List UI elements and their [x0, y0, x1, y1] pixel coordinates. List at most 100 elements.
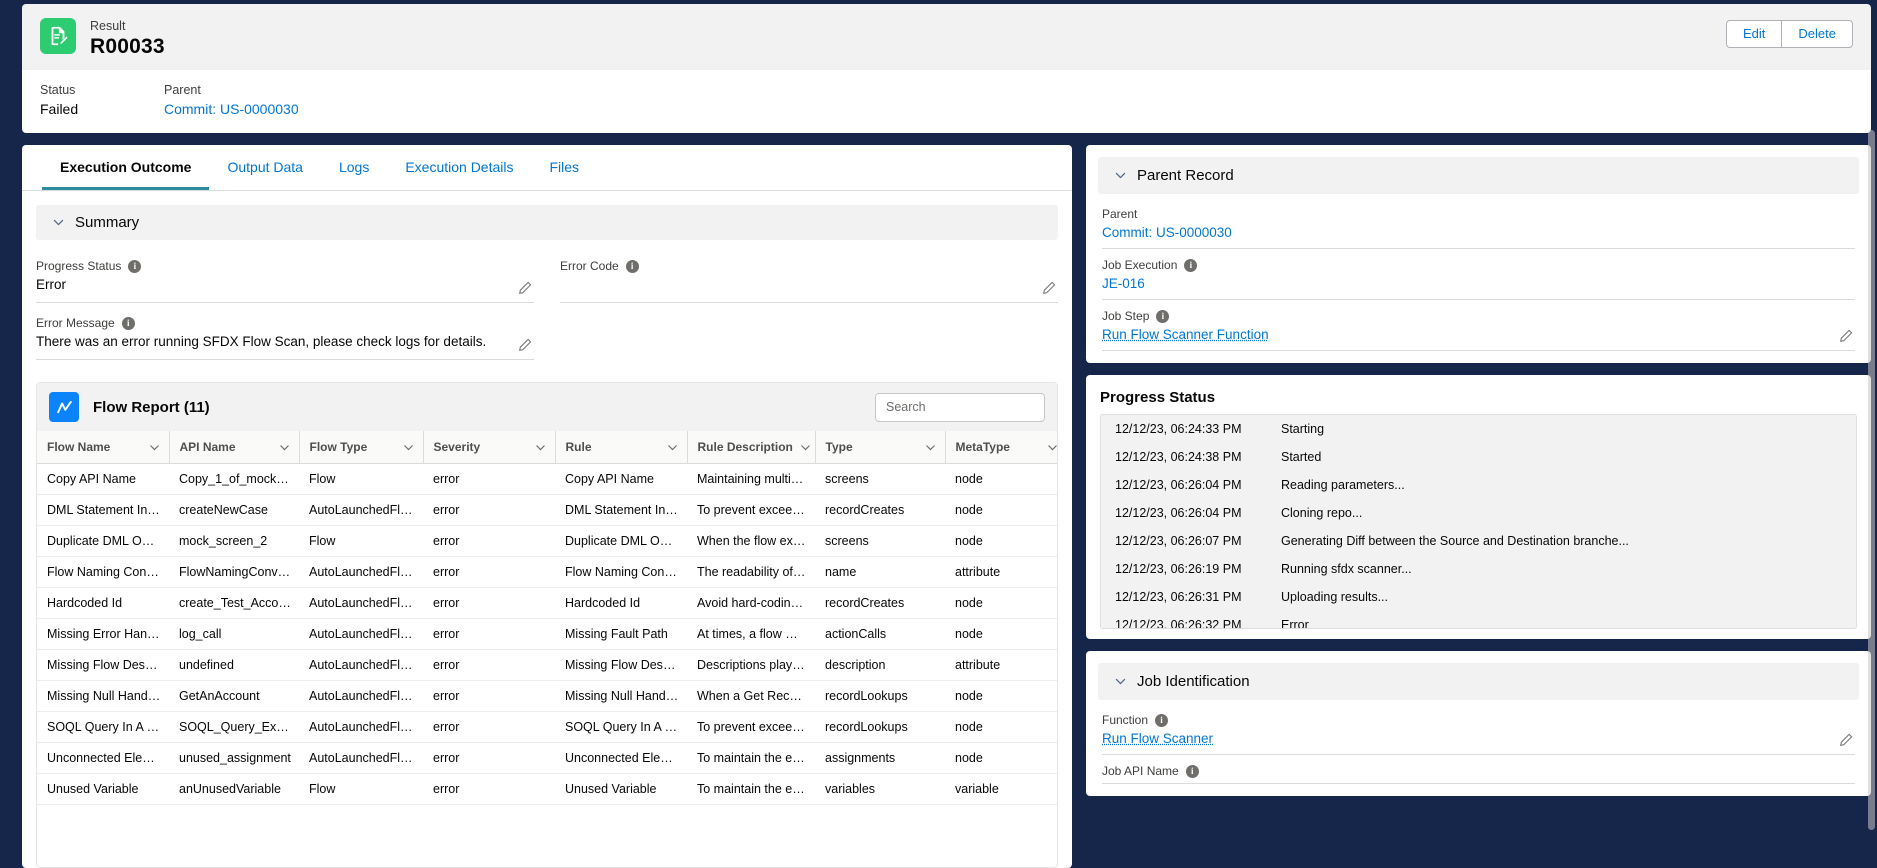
table-cell: screens	[815, 463, 945, 495]
chevron-down-icon	[278, 441, 291, 454]
column-header-flow-type[interactable]: Flow Type	[299, 431, 424, 464]
table-cell: AutoLaunchedFlow	[299, 649, 423, 681]
table-cell: Missing Null Handler	[555, 680, 687, 712]
progress-status-list[interactable]: 12/12/23, 06:24:33 PM Starting 12/12/23, 0…	[1100, 414, 1857, 629]
field-function: Function i Run Flow Scanner	[1102, 704, 1855, 755]
table-row[interactable]: Unconnected Element unused_assignment Auto…	[37, 742, 1057, 774]
table-cell: SOQL Query In A Loop	[37, 711, 169, 743]
table-row[interactable]: Missing Null Handler GetAnAccount AutoLaun…	[37, 680, 1057, 712]
record-header: Result R00033 Edit Delete	[22, 4, 1871, 70]
chevron-down-icon	[666, 441, 679, 454]
progress-message: Uploading results...	[1281, 590, 1389, 604]
table-row[interactable]: SOQL Query In A Loop SOQL_Query_Example Au…	[37, 711, 1057, 743]
table-cell: Descriptions play a v...	[687, 649, 815, 681]
info-icon[interactable]: i	[121, 316, 135, 330]
table-row[interactable]: Hardcoded Id create_Test_Account AutoLaunc…	[37, 587, 1057, 619]
flow-report-header: Flow Report (11)	[37, 383, 1057, 431]
progress-message: Running sfdx scanner...	[1281, 562, 1412, 576]
status-badge: Failed	[40, 101, 79, 117]
error-message-value: There was an error running SFDX Flow Sca…	[36, 334, 487, 349]
edit-pencil-icon[interactable]	[1042, 281, 1056, 295]
summary-section-header[interactable]: Summary	[36, 205, 1058, 240]
table-row[interactable]: Missing Flow Descri... undefined AutoLaunc…	[37, 649, 1057, 681]
tab-output-data[interactable]: Output Data	[209, 145, 321, 190]
delete-button[interactable]: Delete	[1781, 20, 1853, 48]
edit-pencil-icon[interactable]	[518, 281, 532, 295]
record-actions: Edit Delete	[1726, 20, 1853, 48]
column-header-metatype[interactable]: MetaType	[945, 431, 1057, 464]
tab-execution-outcome[interactable]: Execution Outcome	[42, 145, 210, 190]
table-cell: AutoLaunchedFlow	[299, 680, 423, 712]
tab-files[interactable]: Files	[532, 145, 598, 190]
table-cell: name	[815, 556, 945, 588]
chevron-down-icon	[148, 441, 161, 454]
info-icon[interactable]: i	[625, 259, 639, 273]
table-cell: Missing Flow Descri...	[555, 649, 687, 681]
table-row[interactable]: Unused Variable anUnusedVariable Flow error…	[37, 773, 1057, 805]
table-cell: Copy_1_of_mockscr...	[169, 463, 299, 495]
page-scrollbar[interactable]	[1868, 130, 1875, 830]
table-row[interactable]: DML Statement In A ... createNewCase AutoL…	[37, 494, 1057, 526]
job-identification-header[interactable]: Job Identification	[1098, 663, 1859, 700]
edit-pencil-icon[interactable]	[1839, 329, 1853, 343]
parent-label: Parent	[164, 83, 201, 97]
info-icon[interactable]: i	[128, 259, 142, 273]
table-cell: mock_screen_2	[169, 525, 299, 557]
column-header-flow-name[interactable]: Flow Name	[37, 431, 170, 464]
search-input[interactable]	[875, 392, 1045, 422]
table-cell: AutoLaunchedFlow	[299, 587, 423, 619]
job-step-link[interactable]: Run Flow Scanner Function	[1102, 327, 1269, 342]
table-cell: variable	[945, 773, 1057, 805]
table-row[interactable]: Duplicate DML Oper... mock_screen_2 Flow er…	[37, 525, 1057, 557]
info-icon[interactable]: i	[1155, 713, 1169, 727]
parent-record-link[interactable]: Commit: US-0000030	[164, 101, 299, 117]
summary-title: Summary	[75, 214, 140, 231]
progress-message: Error	[1281, 618, 1309, 629]
table-cell: AutoLaunchedFlow	[299, 556, 423, 588]
column-header-severity[interactable]: Severity	[423, 431, 556, 464]
column-header-rule[interactable]: Rule	[555, 431, 688, 464]
job-execution-link[interactable]: JE-016	[1102, 276, 1145, 291]
error-code-label: Error Code	[560, 259, 619, 273]
edit-button[interactable]: Edit	[1726, 20, 1782, 48]
table-cell: GetAnAccount	[169, 680, 299, 712]
info-icon[interactable]: i	[1185, 764, 1199, 778]
job-identification-card: Job Identification Function i Run Flow S…	[1086, 651, 1871, 796]
record-page: Result R00033 Edit Delete Status Failed …	[0, 0, 1877, 868]
table-cell: Missing Error Handler	[37, 618, 169, 650]
table-cell: Flow Naming Conve...	[37, 556, 169, 588]
column-header-type[interactable]: Type	[815, 431, 946, 464]
table-row[interactable]: Copy API Name Copy_1_of_mockscr... Flow err…	[37, 463, 1057, 495]
progress-timestamp: 12/12/23, 06:24:33 PM	[1115, 422, 1242, 436]
info-icon[interactable]: i	[1184, 258, 1198, 272]
parent-link[interactable]: Commit: US-0000030	[1102, 225, 1232, 240]
table-cell: Hardcoded Id	[37, 587, 169, 619]
table-row[interactable]: Missing Error Handler log_call AutoLaunche…	[37, 618, 1057, 650]
column-header-rule-description[interactable]: Rule Description	[687, 431, 816, 464]
table-cell: To prevent exceedin...	[687, 494, 815, 526]
table-cell: anUnusedVariable	[169, 773, 299, 805]
edit-pencil-icon[interactable]	[1839, 733, 1853, 747]
table-cell: Unconnected Element	[555, 742, 687, 774]
edit-pencil-icon[interactable]	[518, 338, 532, 352]
progress-timestamp: 12/12/23, 06:26:31 PM	[1115, 590, 1242, 604]
table-cell: error	[423, 587, 555, 619]
table-cell: error	[423, 525, 555, 557]
column-header-api-name[interactable]: API Name	[169, 431, 300, 464]
table-cell: createNewCase	[169, 494, 299, 526]
table-cell: recordLookups	[815, 680, 945, 712]
table-cell: SOQL Query In A Loop	[555, 711, 687, 743]
table-cell: recordCreates	[815, 587, 945, 619]
flow-report-title: Flow Report (11)	[93, 398, 210, 416]
table-cell: Missing Fault Path	[555, 618, 687, 650]
table-cell: node	[945, 463, 1057, 495]
tab-execution-details[interactable]: Execution Details	[387, 145, 531, 190]
info-icon[interactable]: i	[1156, 309, 1170, 323]
function-link[interactable]: Run Flow Scanner	[1102, 731, 1213, 746]
tab-logs[interactable]: Logs	[321, 145, 387, 190]
table-cell: Unconnected Element	[37, 742, 169, 774]
table-cell: variables	[815, 773, 945, 805]
table-cell: Copy API Name	[555, 463, 687, 495]
parent-record-header[interactable]: Parent Record	[1098, 157, 1859, 194]
table-row[interactable]: Flow Naming Conve... FlowNamingConvent...…	[37, 556, 1057, 588]
